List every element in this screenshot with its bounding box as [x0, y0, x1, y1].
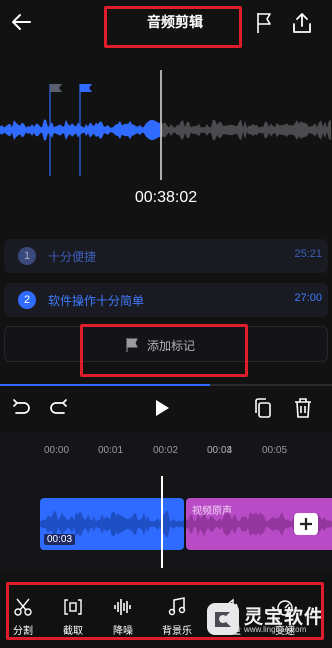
redo-icon[interactable]: [48, 397, 70, 419]
toolbar-highlight-box: [6, 582, 324, 640]
playhead[interactable]: [161, 476, 163, 568]
timeline-tick: 00:05: [262, 445, 288, 456]
marker-item[interactable]: 2 软件操作十分简单 27:00: [4, 283, 328, 317]
timeline-tick: 00:02: [153, 445, 179, 456]
title-highlight-box: [104, 6, 242, 48]
marker-label: 十分便捷: [48, 250, 97, 264]
back-arrow-icon[interactable]: [10, 11, 32, 33]
marker-item[interactable]: 1 十分便捷 25:21: [4, 239, 328, 273]
marker-label: 软件操作十分简单: [48, 294, 145, 308]
share-icon[interactable]: [290, 11, 314, 35]
play-icon[interactable]: [154, 399, 170, 417]
marker-time: 25:21: [294, 248, 322, 260]
flag-marker-1-icon[interactable]: [46, 80, 58, 94]
plus-icon: [300, 518, 312, 530]
marker-time: 27:00: [294, 292, 322, 304]
timeline-tick: 00:04: [207, 445, 233, 456]
clip-duration: 00:03: [44, 534, 76, 545]
copy-icon[interactable]: [253, 397, 273, 419]
flag-marker-2-icon[interactable]: [76, 80, 88, 94]
progress-fill: [0, 384, 210, 386]
add-marker-highlight-box: [80, 324, 248, 377]
add-clip-button[interactable]: [294, 513, 318, 535]
clip-label: 视频原声: [192, 506, 232, 517]
undo-icon[interactable]: [10, 397, 32, 419]
marker-index: 1: [18, 247, 36, 265]
timeline-tick: 00:01: [98, 445, 124, 456]
timeline-tick: 00:00: [44, 445, 70, 456]
marker-flag-icon[interactable]: [254, 11, 274, 35]
marker-index: 2: [18, 291, 36, 309]
playback-time: 00:38:02: [134, 189, 198, 206]
delete-icon[interactable]: [293, 397, 313, 419]
